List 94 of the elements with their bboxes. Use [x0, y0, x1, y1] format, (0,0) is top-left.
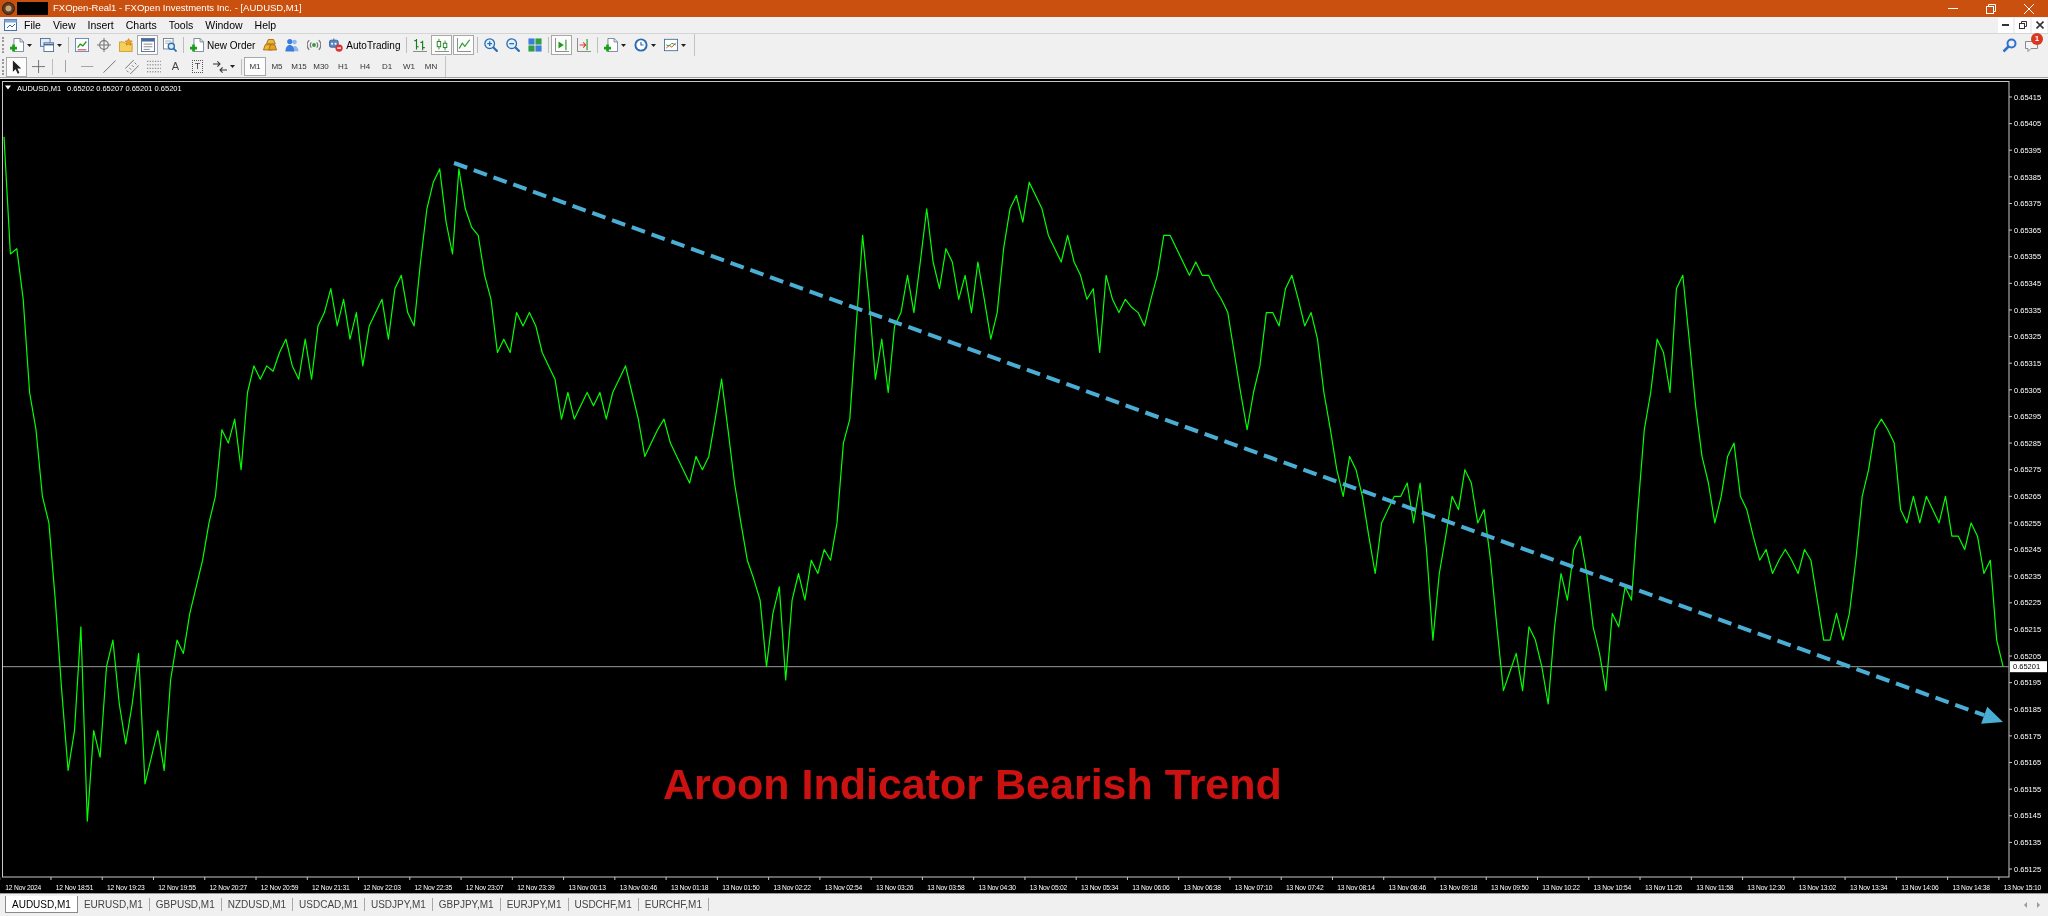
auto-scroll-button[interactable] [551, 35, 573, 55]
timeframe-button[interactable]: M15 [288, 57, 310, 76]
zoom-out-icon [505, 38, 520, 52]
document-plus-icon [604, 38, 619, 52]
clock-icon [634, 38, 649, 52]
window-magnifier-icon [162, 38, 177, 52]
people-icon [284, 38, 299, 52]
timeframe-button[interactable]: H1 [332, 57, 354, 76]
chart-shift-icon [576, 38, 591, 52]
text-button[interactable]: A [165, 56, 186, 77]
dotted-lines-icon [146, 59, 161, 74]
chart-window-icon [664, 38, 679, 52]
minimize-icon [2002, 24, 2009, 26]
folder-star-icon [118, 38, 133, 52]
window-list-icon [140, 38, 155, 52]
chart-tab[interactable]: USDCHF,M1 [568, 898, 639, 911]
caret-icon [681, 43, 687, 47]
chart-window-icon[interactable] [4, 19, 17, 31]
timeframe-button[interactable]: M5 [266, 57, 288, 76]
timeframe-button[interactable]: H4 [354, 57, 376, 76]
chart-tab[interactable]: USDJPY,M1 [364, 898, 433, 911]
menu-item[interactable]: View [46, 17, 82, 33]
restore-icon [2018, 21, 2027, 29]
close-icon [2035, 21, 2044, 29]
target-icon [96, 38, 111, 52]
new-order-button[interactable]: New Order [186, 35, 260, 55]
pointer-icon [11, 59, 22, 74]
parallel-lines-icon [124, 59, 139, 74]
ingots-icon [262, 39, 277, 51]
triangle-down-icon[interactable] [5, 85, 11, 90]
caret-icon [57, 43, 62, 47]
caret-icon [651, 43, 657, 47]
broadcast-icon [306, 38, 321, 52]
chart-tab[interactable]: GBPJPY,M1 [432, 898, 501, 911]
close-icon [2024, 3, 2034, 14]
caret-icon [230, 65, 235, 68]
app-icon [2, 2, 15, 15]
ohlc-bars-icon [412, 38, 427, 52]
scroll-right-button[interactable] [2037, 901, 2040, 908]
search-button[interactable] [2002, 37, 2017, 53]
chart-annotation: Aroon Indicator Bearish Trend [663, 760, 1282, 808]
scroll-to-end-icon [554, 38, 569, 52]
chart-tab[interactable]: GBPUSD,M1 [149, 898, 222, 911]
text-label-button[interactable]: T [187, 56, 208, 77]
autotrading-button[interactable]: AutoTrading [325, 35, 405, 55]
timeframe-button[interactable]: MN [420, 57, 442, 76]
toolbar-grip[interactable] [2, 37, 5, 53]
document-plus-icon [10, 38, 24, 52]
menu-item[interactable]: File [18, 17, 47, 33]
chart-tab[interactable]: NZDUSD,M1 [221, 898, 294, 911]
menu-item[interactable]: Help [248, 17, 283, 33]
menu-item[interactable]: Tools [162, 17, 200, 33]
window-chart-icon [74, 38, 89, 52]
timeframe-button[interactable]: D1 [376, 57, 398, 76]
restore-button[interactable] [2015, 17, 2030, 33]
menu-item[interactable]: Charts [119, 17, 163, 33]
menu-item[interactable]: Insert [81, 17, 120, 33]
crosshair-icon [31, 59, 46, 74]
restore-icon [1986, 3, 1996, 14]
line-chart-icon [456, 38, 471, 52]
chart-tab[interactable]: EURCHF,M1 [638, 898, 709, 911]
candlestick-button[interactable] [431, 35, 453, 55]
data-window-button[interactable] [137, 35, 158, 55]
candlestick-icon [434, 38, 449, 52]
windows-icon [40, 38, 54, 52]
search-icon [2002, 37, 2017, 53]
minimize-icon [1948, 8, 1958, 9]
menu-item[interactable]: Window [199, 17, 249, 33]
chart-tab[interactable]: USDCAD,M1 [293, 898, 365, 911]
scroll-left-button[interactable] [2024, 901, 2027, 908]
timeframe-button[interactable]: W1 [398, 57, 420, 76]
diagonal-line-icon [102, 59, 117, 74]
window-title: FXOpen-Real1 - FXOpen Investments Inc. - [AUDUSD,M1] [53, 1, 302, 16]
redaction-block [17, 2, 48, 15]
timeframe-button[interactable]: M30 [310, 57, 332, 76]
triangle-left-icon [2024, 901, 2027, 908]
close-button[interactable] [2032, 17, 2047, 33]
vertical-line-icon [64, 60, 67, 73]
cursor-button[interactable] [6, 56, 27, 77]
chart-tab[interactable]: EURJPY,M1 [500, 898, 569, 911]
line-chart-button[interactable] [453, 35, 475, 55]
robot-stop-icon [329, 38, 344, 52]
horizontal-line-icon [81, 65, 94, 68]
chart-tab[interactable]: EURUSD,M1 [77, 898, 150, 911]
caret-icon [621, 43, 627, 47]
tiles-icon [527, 38, 542, 52]
zoom-in-icon [483, 38, 498, 52]
minimize-button[interactable] [1998, 17, 2013, 33]
triangle-right-icon [2037, 901, 2040, 908]
timeframe-button[interactable]: M1 [244, 57, 266, 76]
arrows-icon [213, 59, 227, 74]
caret-icon [27, 43, 32, 47]
document-plus-icon [190, 38, 204, 52]
chart-tab[interactable]: AUDUSD,M1 [5, 896, 78, 913]
